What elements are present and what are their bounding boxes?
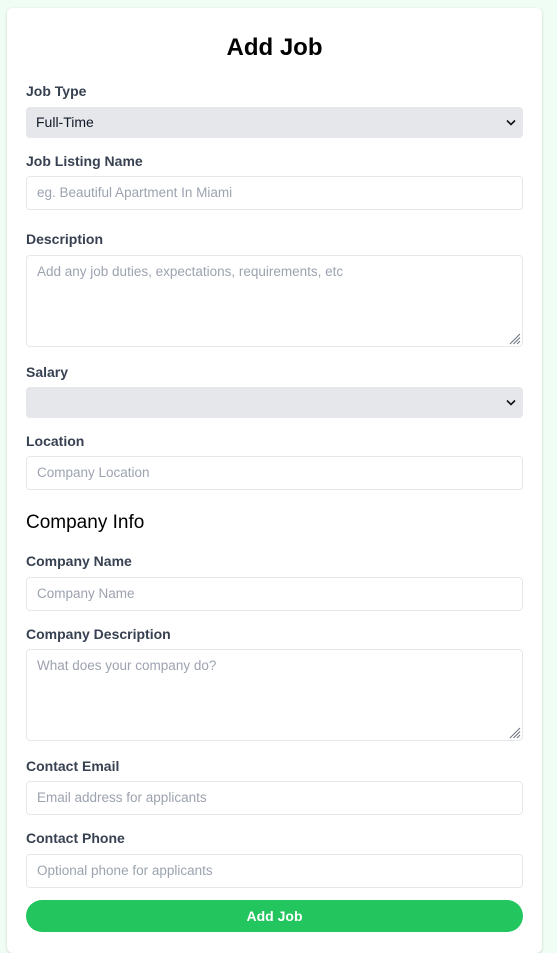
description-textarea[interactable]: Add any job duties, expectations, requir… [26,255,523,347]
company-name-input[interactable]: Company Name [26,577,523,611]
company-info-heading: Company Info [26,512,145,533]
add-job-form-card: Add Job Job Type Full-Time Job Listing N… [7,8,542,953]
contact-phone-label: Contact Phone [26,830,125,846]
contact-phone-input[interactable]: Optional phone for applicants [26,854,523,888]
contact-email-label: Contact Email [26,758,120,774]
location-input[interactable]: Company Location [26,456,523,490]
job-type-label: Job Type [26,83,87,99]
job-type-selected-value: Full-Time [36,114,94,130]
salary-select[interactable] [26,387,523,418]
description-label: Description [26,231,104,247]
salary-label: Salary [26,364,69,380]
page-title: Add Job [226,34,323,61]
job-type-select[interactable]: Full-Time [26,107,523,138]
add-job-button[interactable]: Add Job [26,900,523,932]
company-description-placeholder: What does your company do? [37,658,217,673]
company-description-textarea[interactable]: What does your company do? [26,649,523,741]
job-listing-name-input[interactable]: eg. Beautiful Apartment In Miami [26,176,523,210]
job-listing-name-label: Job Listing Name [26,153,143,169]
chevron-down-icon [505,107,517,138]
resize-grip-icon[interactable] [507,331,521,345]
description-placeholder: Add any job duties, expectations, requir… [37,264,344,279]
company-name-label: Company Name [26,553,132,569]
resize-grip-icon[interactable] [507,725,521,739]
location-label: Location [26,433,85,449]
contact-email-input[interactable]: Email address for applicants [26,781,523,815]
company-description-label: Company Description [26,626,171,642]
chevron-down-icon [505,387,517,418]
